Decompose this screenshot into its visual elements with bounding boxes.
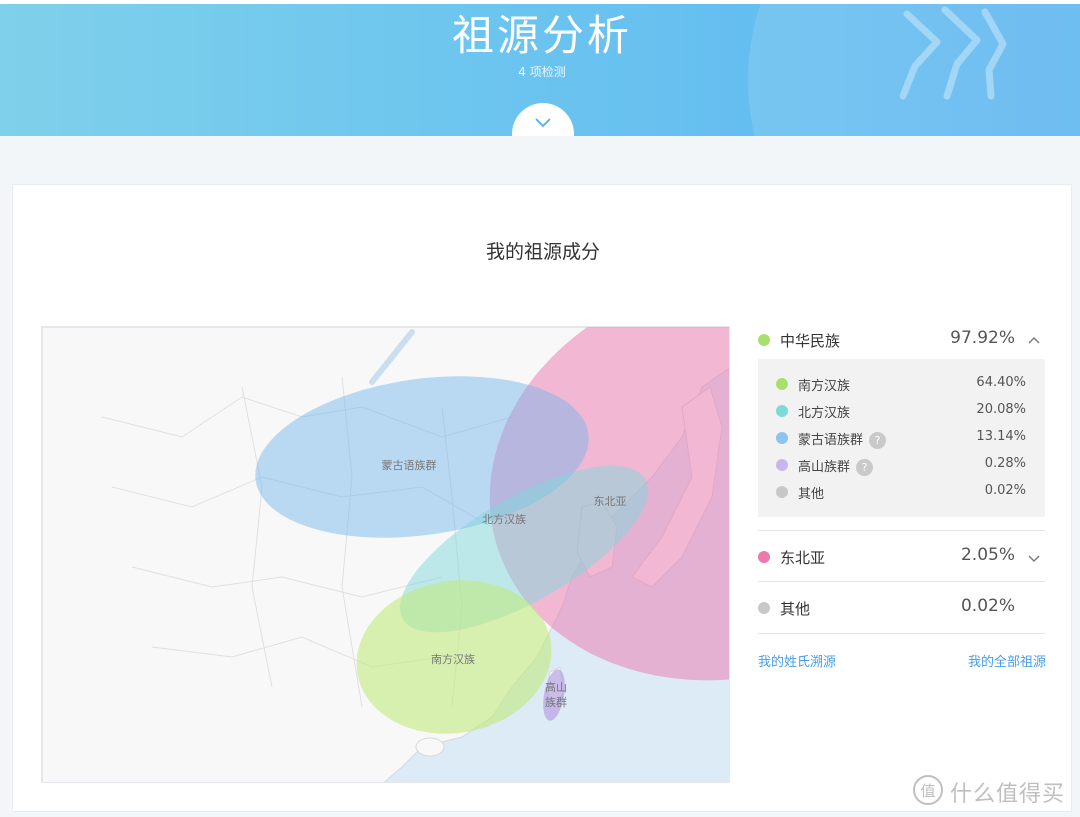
help-icon[interactable]: ?: [869, 432, 887, 449]
legend-group-northeast-asia[interactable]: 东北亚 2.05%: [758, 543, 1045, 573]
smzdm-logo-icon: 值: [913, 775, 943, 805]
expand-button[interactable]: [512, 103, 574, 136]
legend-subgroup-box: 南方汉族 64.40% 北方汉族 20.08% 蒙古语族群? 13.14% 高山…: [758, 359, 1045, 517]
color-dot: [758, 602, 770, 614]
group-percent: 97.92%: [950, 328, 1015, 348]
color-dot: [776, 459, 788, 471]
divider: [758, 530, 1045, 531]
color-dot: [776, 486, 788, 498]
help-icon[interactable]: ?: [856, 459, 874, 476]
chevron-up-icon: [1028, 337, 1040, 344]
header-banner: 祖源分析 4 项检测: [0, 0, 1080, 136]
ancestry-map[interactable]: 蒙古语族群 北方汉族 东北亚 南方汉族 高山 族群: [41, 326, 730, 783]
ancestry-card: 我的祖源成分 蒙古语族群 北方汉族 东北亚 南方汉族 高山 族群 中华民族 97…: [12, 184, 1072, 812]
divider: [758, 633, 1045, 634]
all-ancestry-link[interactable]: 我的全部祖源: [968, 651, 1046, 670]
subitem-label: 蒙古语族群?: [798, 429, 887, 449]
group-percent: 0.02%: [960, 596, 1015, 616]
region-label-northern-han: 北方汉族: [482, 512, 526, 526]
color-dot: [776, 432, 788, 444]
group-label: 东北亚: [780, 549, 826, 567]
legend-subitem: 北方汉族 20.08%: [776, 400, 1026, 422]
region-label-northeast-asia: 东北亚: [594, 495, 627, 508]
color-dot: [758, 551, 770, 563]
chevron-down-icon: [535, 118, 551, 128]
page-title: 祖源分析: [451, 11, 632, 60]
subitem-percent: 0.02%: [984, 483, 1026, 498]
card-title: 我的祖源成分: [485, 241, 600, 263]
legend-subitem: 高山族群? 0.28%: [776, 454, 1026, 476]
subitem-percent: 20.08%: [976, 402, 1026, 417]
page-subtitle: 4 项检测: [518, 65, 566, 79]
subitem-label: 其他: [798, 487, 825, 502]
watermark-text: 什么值得买: [950, 782, 1066, 807]
map-svg: 蒙古语族群 北方汉族 东北亚 南方汉族 高山 族群: [42, 327, 729, 782]
subitem-label: 北方汉族: [798, 406, 851, 421]
group-label: 中华民族: [780, 332, 841, 350]
legend-subitem: 南方汉族 64.40%: [776, 373, 1026, 395]
subitem-label-text: 高山族群: [798, 460, 851, 475]
chevron-down-icon: [1028, 555, 1040, 562]
legend-subitem: 其他 0.02%: [776, 481, 1026, 503]
subitem-percent: 0.28%: [984, 456, 1026, 471]
group-percent: 2.05%: [960, 545, 1015, 565]
surname-origin-link[interactable]: 我的姓氏溯源: [758, 651, 836, 670]
legend-subitem: 蒙古语族群? 13.14%: [776, 427, 1026, 449]
svg-text:值: 值: [920, 782, 935, 800]
region-label-mongolic: 蒙古语族群: [382, 458, 437, 472]
legend-group-chinese[interactable]: 中华民族 97.92%: [758, 326, 1045, 356]
divider: [758, 581, 1045, 582]
color-dot: [776, 378, 788, 390]
subitem-label: 南方汉族: [798, 379, 851, 394]
region-label-gaoshan-2: 族群: [545, 695, 567, 709]
subitem-percent: 13.14%: [976, 429, 1026, 444]
region-label-gaoshan-1: 高山: [545, 680, 567, 694]
group-label: 其他: [780, 600, 811, 618]
region-label-southern-han: 南方汉族: [431, 652, 475, 666]
legend-group-other: 其他 0.02%: [758, 594, 1045, 624]
color-dot: [776, 405, 788, 417]
subitem-label: 高山族群?: [798, 456, 874, 476]
subitem-percent: 64.40%: [976, 375, 1026, 390]
subitem-label-text: 蒙古语族群: [798, 433, 864, 448]
color-dot: [758, 334, 770, 346]
hainan: [415, 737, 445, 757]
